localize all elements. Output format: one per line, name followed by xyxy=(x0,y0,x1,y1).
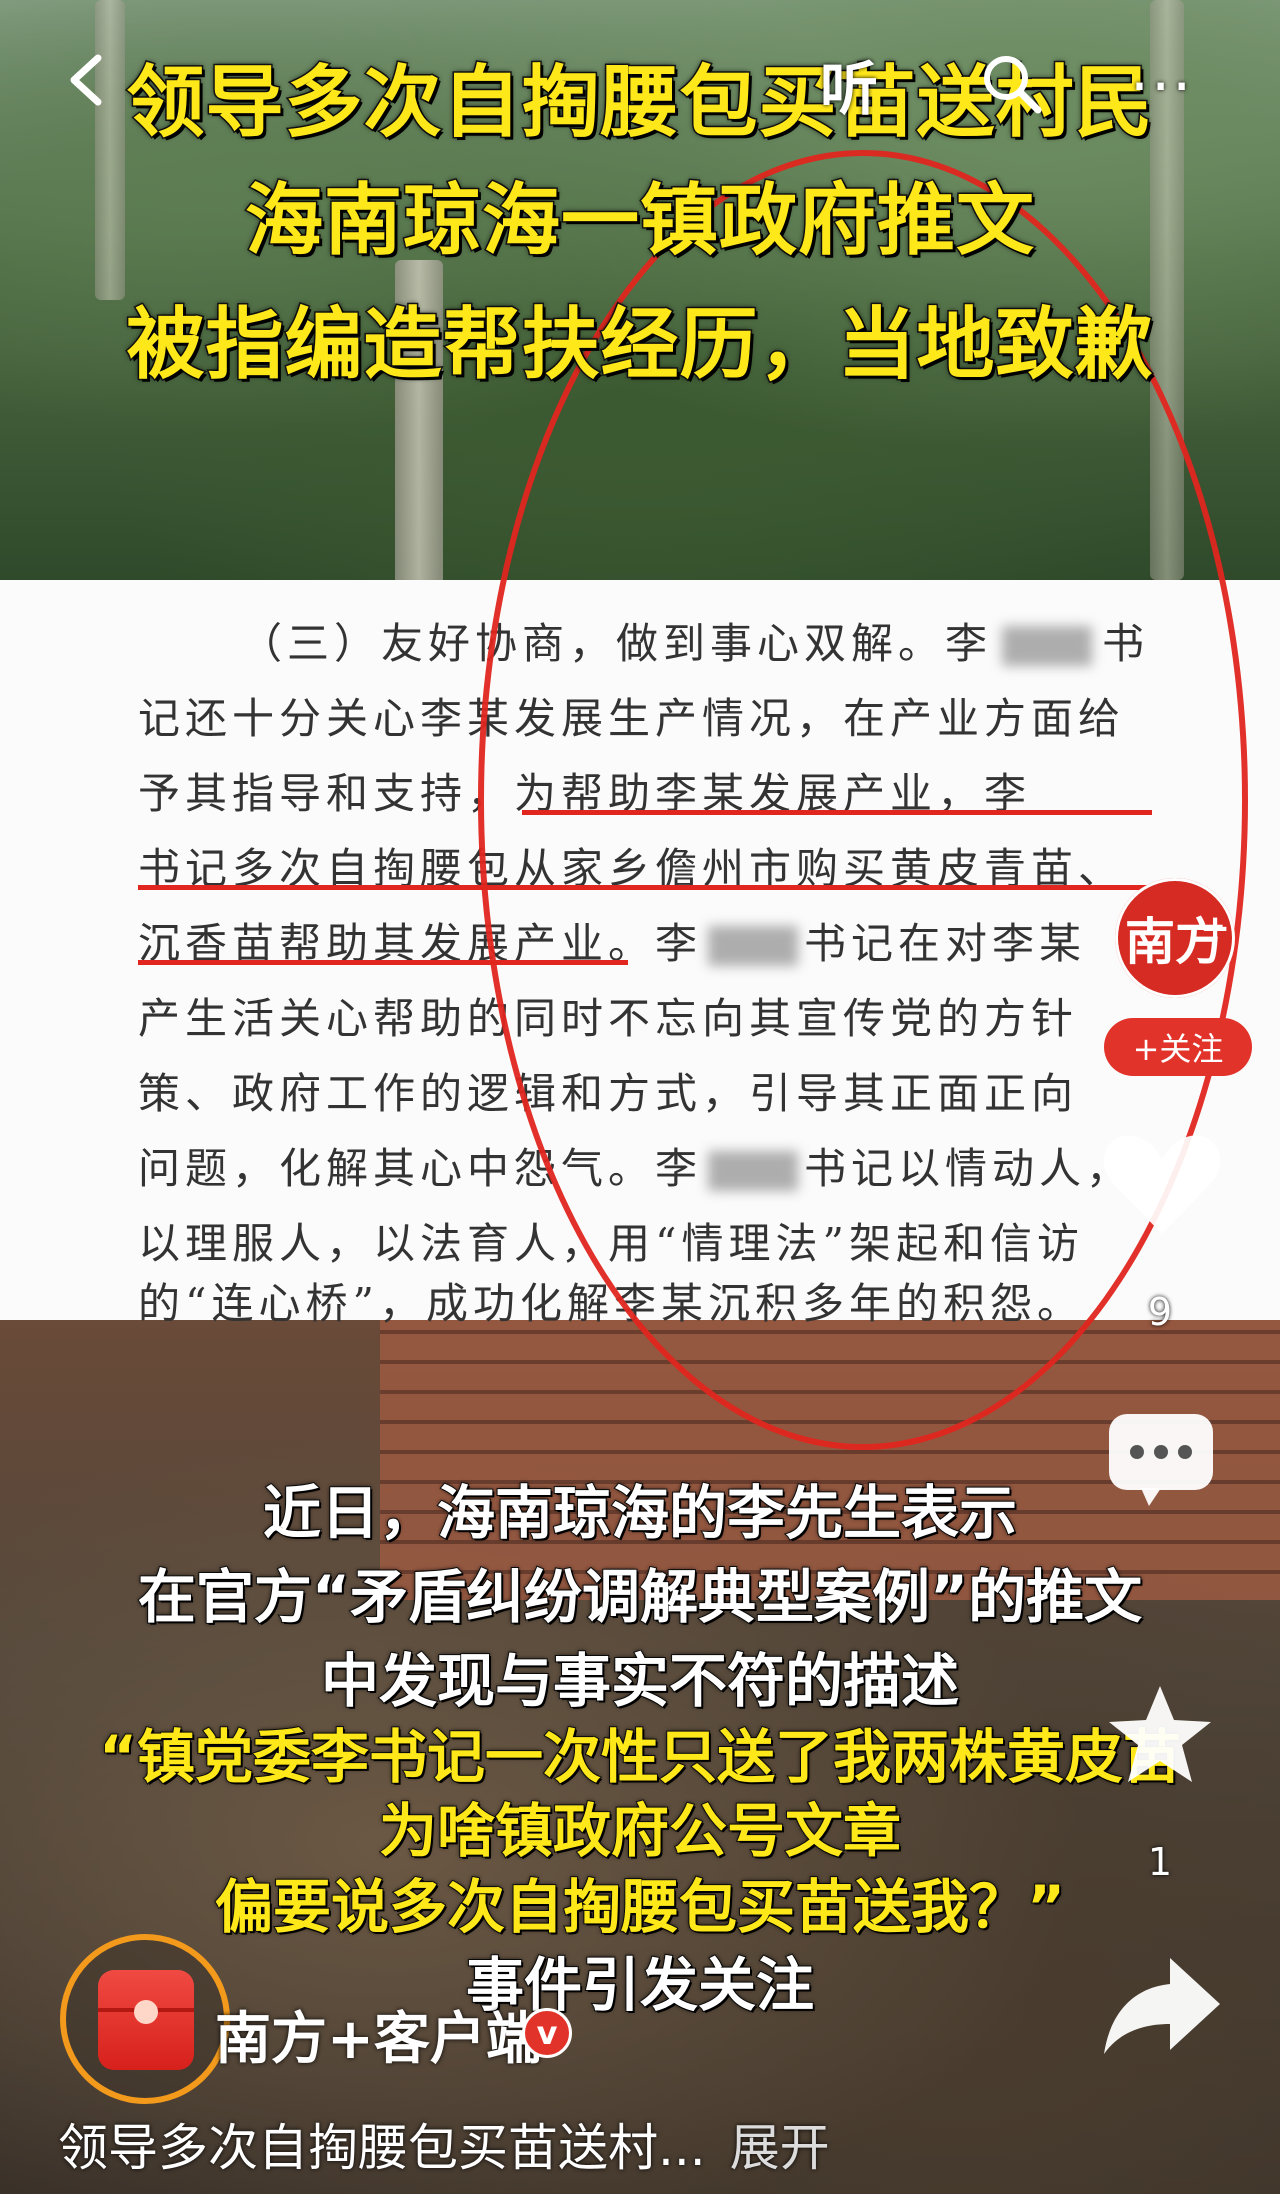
share-arrow-icon[interactable] xyxy=(1100,1950,1224,2060)
favorite-star-icon[interactable] xyxy=(1105,1680,1215,1790)
more-options-icon[interactable]: ··· xyxy=(1130,52,1193,122)
comment-icon[interactable] xyxy=(1105,1410,1217,1510)
caption-line: 为啥镇政府公号文章 xyxy=(378,1796,902,1866)
listen-button[interactable]: 听 xyxy=(820,42,878,126)
caption-line: 在官方“矛盾纠纷调解典型案例”的推文 xyxy=(137,1562,1143,1632)
follow-button[interactable]: +关注 xyxy=(1104,1018,1252,1076)
caption-line: “镇党委李书记一次性只送了我两株黄皮苗 xyxy=(98,1722,1182,1792)
back-arrow-icon[interactable] xyxy=(58,50,118,110)
expand-link[interactable]: 展开 xyxy=(730,2119,830,2177)
verified-badge-icon: v xyxy=(522,2008,572,2058)
video-description[interactable]: 领导多次自掏腰包买苗送村... 展开 xyxy=(58,2108,830,2180)
caption-line: 中发现与事实不符的描述 xyxy=(320,1646,960,1716)
headline-line-3: 被指编造帮扶经历，当地致歉 xyxy=(125,299,1154,392)
caption-line: 近日，海南琼海的李先生表示 xyxy=(262,1478,1018,1548)
headline-line-2: 海南琼海一镇政府推文 xyxy=(243,175,1035,268)
caption-line: 偏要说多次自掏腰包买苗送我？” xyxy=(214,1872,1066,1942)
plus-icon: + xyxy=(1200,908,1231,949)
like-heart-icon[interactable] xyxy=(1102,1130,1222,1240)
red-envelope-icon[interactable] xyxy=(98,1970,194,2070)
search-icon[interactable] xyxy=(980,52,1044,116)
favorite-count: 1 xyxy=(1147,1840,1173,1884)
like-count: 9 xyxy=(1147,1290,1173,1334)
author-name[interactable]: 南方+客户端 xyxy=(215,1994,542,2075)
headline-line-1: 领导多次自掏腰包买苗送村民 xyxy=(125,57,1154,150)
description-text: 领导多次自掏腰包买苗送村... xyxy=(58,2119,706,2177)
